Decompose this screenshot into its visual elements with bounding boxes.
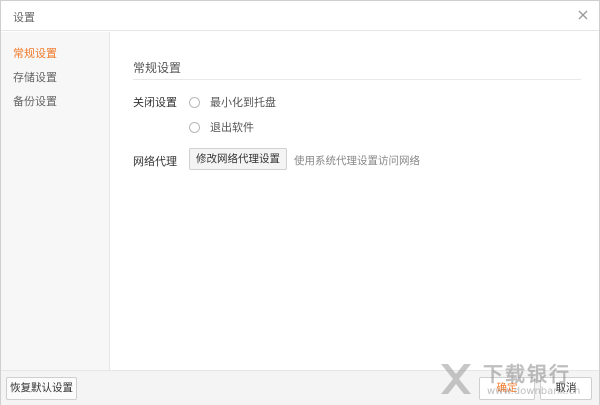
section-title: 常规设置 <box>133 61 182 75</box>
radio-minimize-to-tray[interactable]: 最小化到托盘 <box>189 94 276 110</box>
settings-content: 常规设置 关闭设置 最小化到托盘 退出软件 网络代理 修改网络代理设置 使用系统… <box>111 32 599 370</box>
radio-label: 最小化到托盘 <box>210 96 276 109</box>
close-icon[interactable] <box>575 7 591 23</box>
network-proxy-label: 网络代理 <box>133 155 177 168</box>
sidebar-item-backup[interactable]: 备份设置 <box>13 93 57 109</box>
sidebar-item-general[interactable]: 常规设置 <box>13 45 57 61</box>
close-setting-label: 关闭设置 <box>133 96 177 109</box>
restore-defaults-button[interactable]: 恢复默认设置 <box>6 377 77 400</box>
radio-label: 退出软件 <box>210 121 254 134</box>
sidebar: 常规设置 存储设置 备份设置 <box>1 32 110 370</box>
radio-exit-app[interactable]: 退出软件 <box>189 119 254 135</box>
footer-bar: 恢复默认设置 确定 取消 <box>1 370 599 405</box>
cancel-button[interactable]: 取消 <box>540 377 592 400</box>
settings-window: 设置 常规设置 存储设置 备份设置 常规设置 关闭设置 最小化到托盘 退出软件 … <box>0 0 600 405</box>
title-bar: 设置 <box>1 1 599 31</box>
modify-proxy-button[interactable]: 修改网络代理设置 <box>189 148 287 170</box>
window-title: 设置 <box>13 11 35 24</box>
radio-button[interactable] <box>189 96 200 108</box>
radio-button[interactable] <box>189 121 200 133</box>
ok-button[interactable]: 确定 <box>479 377 535 400</box>
proxy-hint: 使用系统代理设置访问网络 <box>294 155 420 167</box>
section-divider <box>133 79 581 80</box>
sidebar-item-storage[interactable]: 存储设置 <box>13 69 57 85</box>
